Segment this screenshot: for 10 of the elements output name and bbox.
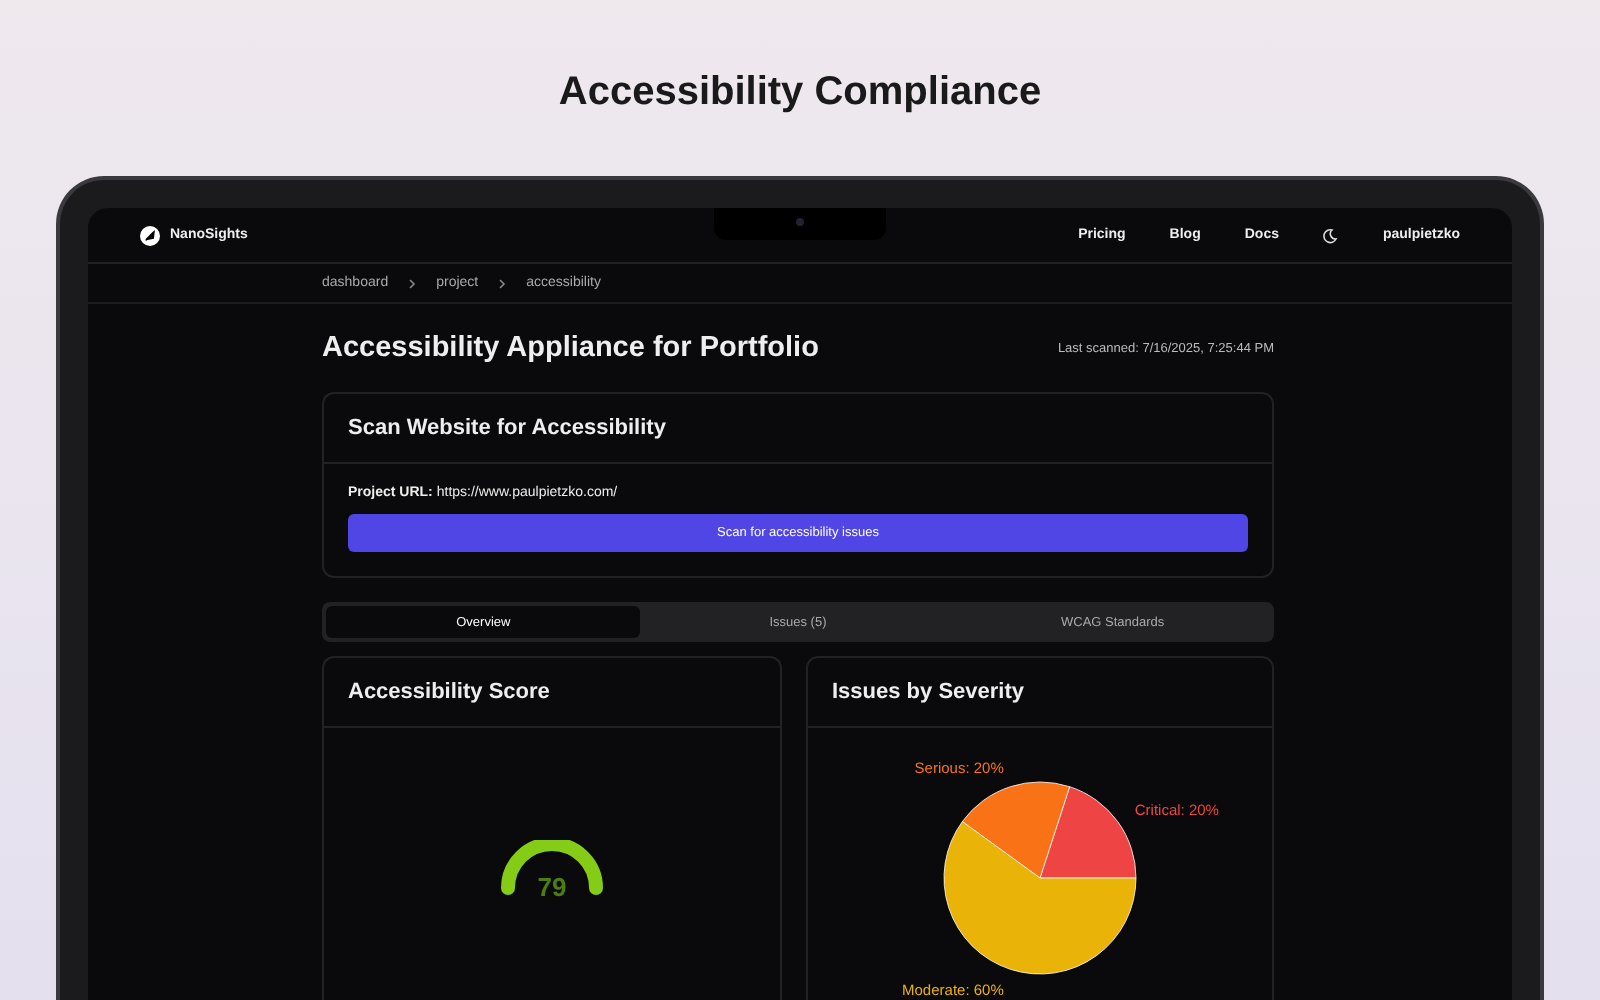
card-title: Accessibility Score	[348, 680, 550, 704]
chevron-icon	[408, 277, 417, 289]
score-gauge: 79	[500, 840, 604, 900]
logo-icon	[140, 225, 160, 245]
moon-icon[interactable]	[1322, 227, 1339, 243]
card-title: Scan Website for Accessibility	[348, 416, 666, 440]
page-heading: Accessibility Appliance for Portfolio	[322, 332, 819, 364]
card-title: Issues by Severity	[832, 680, 1025, 704]
page-title: Accessibility Compliance	[556, 68, 1044, 118]
chevron-icon	[498, 277, 507, 289]
